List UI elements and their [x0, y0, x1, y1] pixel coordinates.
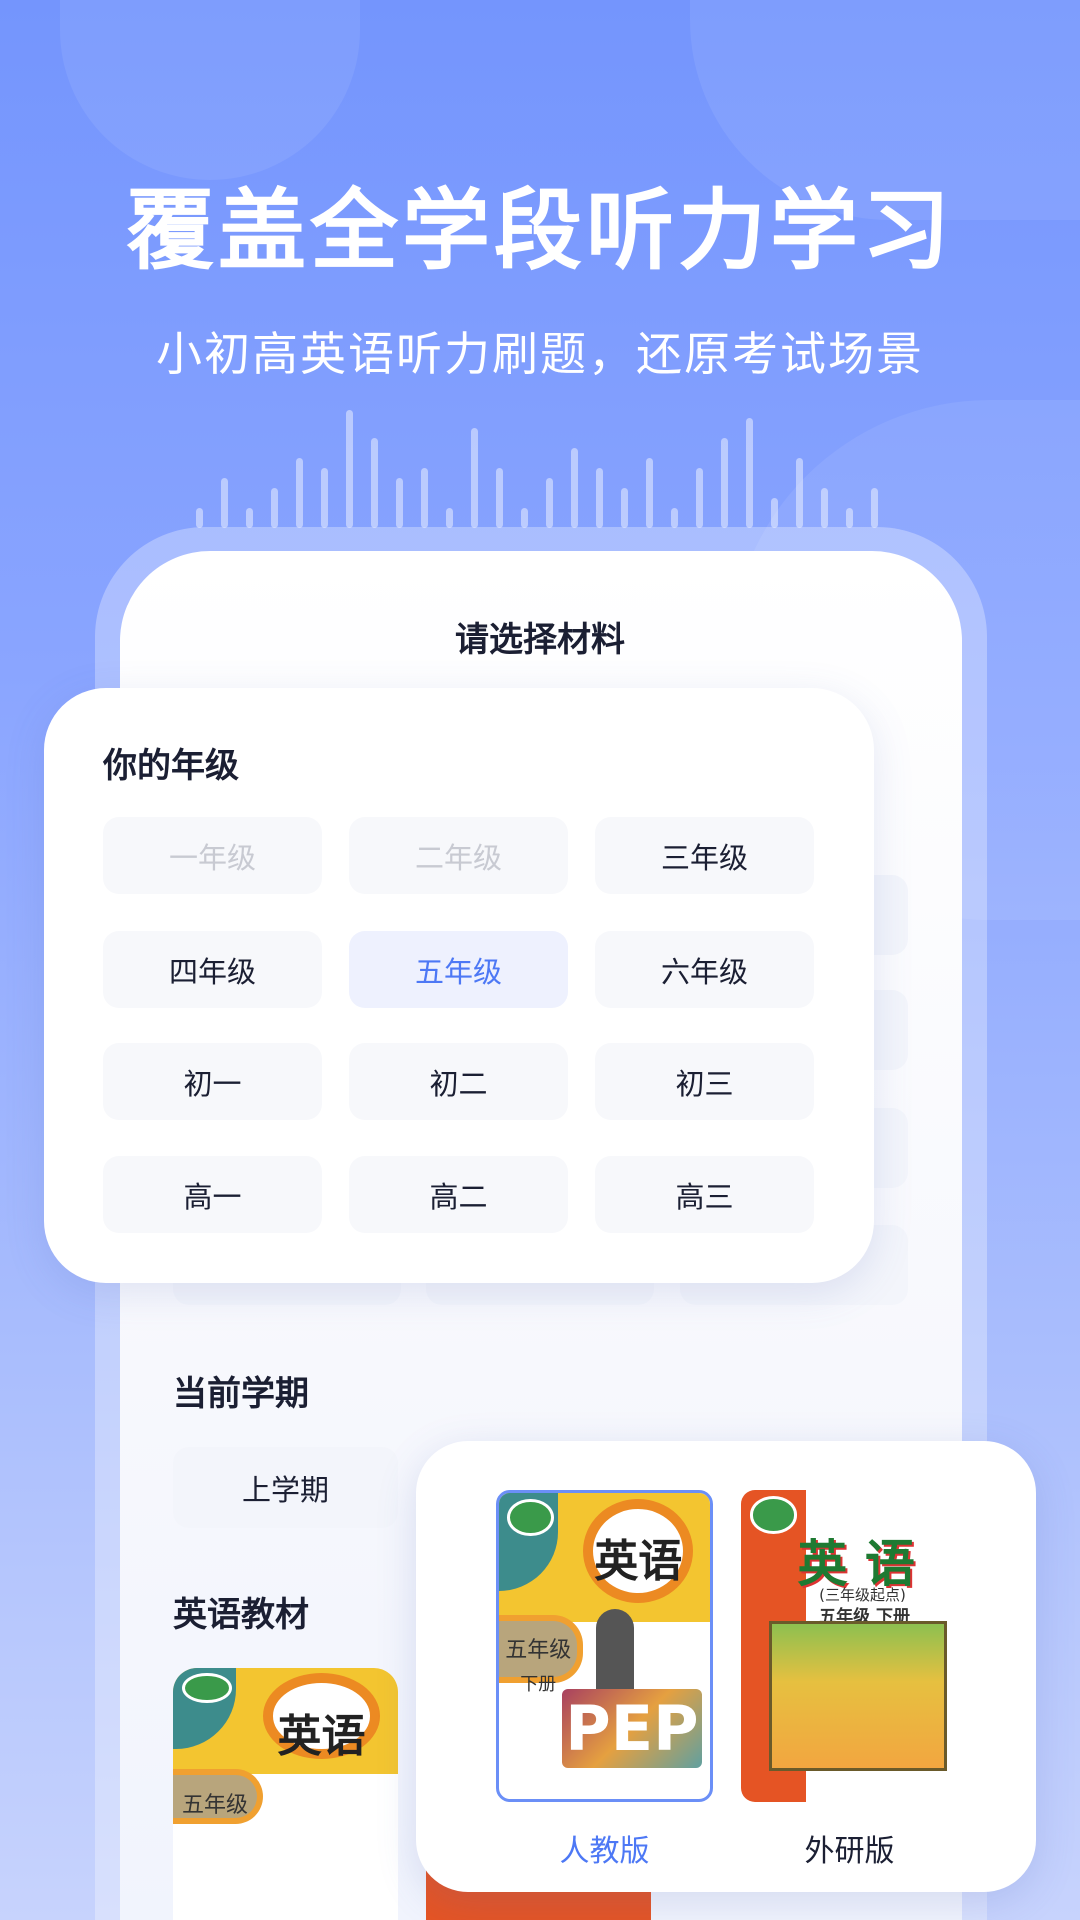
wave-bar: [621, 488, 628, 528]
term-option-first[interactable]: 上学期: [173, 1447, 398, 1528]
cover-grade: 五年级: [181, 1792, 248, 1818]
grade-option[interactable]: 初一: [103, 1043, 322, 1120]
textbook-label: 英语教材: [173, 1595, 309, 1635]
textbook-cover-pep-behind[interactable]: 英语 五年级: [173, 1668, 398, 1920]
publisher-logo-icon: [507, 1499, 554, 1536]
grade-option[interactable]: 高二: [349, 1156, 568, 1233]
wave-bar: [746, 418, 753, 528]
wave-bar: [446, 508, 453, 528]
grade-option[interactable]: 初二: [349, 1043, 568, 1120]
wave-bar: [371, 438, 378, 528]
grade-option[interactable]: 三年级: [595, 817, 814, 894]
wave-bar: [796, 458, 803, 528]
grade-option[interactable]: 高一: [103, 1156, 322, 1233]
wave-bar: [471, 428, 478, 528]
wave-bar: [396, 478, 403, 528]
wave-bar: [421, 468, 428, 528]
cover-illustration: [596, 1609, 635, 1702]
publisher-logo-icon: [749, 1496, 798, 1534]
wave-bar: [321, 468, 328, 528]
wave-bar: [296, 458, 303, 528]
grade-option[interactable]: 五年级: [349, 931, 568, 1008]
wave-bar: [771, 498, 778, 528]
subheadline: 小初高英语听力刷题，还原考试场景: [156, 327, 924, 381]
wave-bar: [846, 508, 853, 528]
textbook-option-fltrp[interactable]: 英 语 (三年级起点) 五年级 下册: [741, 1490, 958, 1802]
wave-bar: [246, 508, 253, 528]
cover-mark: PEP: [562, 1688, 702, 1769]
textbook-label-pep[interactable]: 人教版: [496, 1826, 713, 1870]
grade-option[interactable]: 四年级: [103, 931, 322, 1008]
wave-bar: [721, 438, 728, 528]
wave-bar: [696, 468, 703, 528]
grade-label: 你的年级: [103, 746, 239, 786]
grade-option: 一年级: [103, 817, 322, 894]
sound-wave-decoration: [196, 410, 896, 528]
wave-bar: [671, 508, 678, 528]
cover-title: 英语: [277, 1711, 366, 1763]
wave-bar: [346, 410, 353, 528]
bg-circle: [60, 0, 360, 180]
wave-bar: [521, 508, 528, 528]
grade-option[interactable]: 初三: [595, 1043, 814, 1120]
wave-bar: [871, 488, 878, 528]
wave-bar: [646, 458, 653, 528]
wave-bar: [271, 488, 278, 528]
grade-option: 二年级: [349, 817, 568, 894]
wave-bar: [821, 488, 828, 528]
wave-bar: [546, 478, 553, 528]
grade-option[interactable]: 高三: [595, 1156, 814, 1233]
textbook-option-pep[interactable]: 英语 五年级 下册 PEP: [496, 1490, 713, 1802]
cover-title: 英语: [594, 1536, 683, 1588]
wave-bar: [571, 448, 578, 528]
wave-bar: [496, 468, 503, 528]
wave-bar: [596, 468, 603, 528]
headline: 覆盖全学段听力学习: [125, 179, 954, 282]
cover-illustration: [769, 1621, 948, 1771]
publisher-logo-icon: [182, 1673, 232, 1704]
material-card-title: 请选择材料: [455, 620, 625, 660]
textbook-label-fltrp[interactable]: 外研版: [741, 1826, 958, 1870]
term-label: 当前学期: [173, 1374, 309, 1414]
wave-bar: [196, 508, 203, 528]
grade-option[interactable]: 六年级: [595, 931, 814, 1008]
cover-grade: 五年级: [505, 1638, 572, 1664]
wave-bar: [221, 478, 228, 528]
